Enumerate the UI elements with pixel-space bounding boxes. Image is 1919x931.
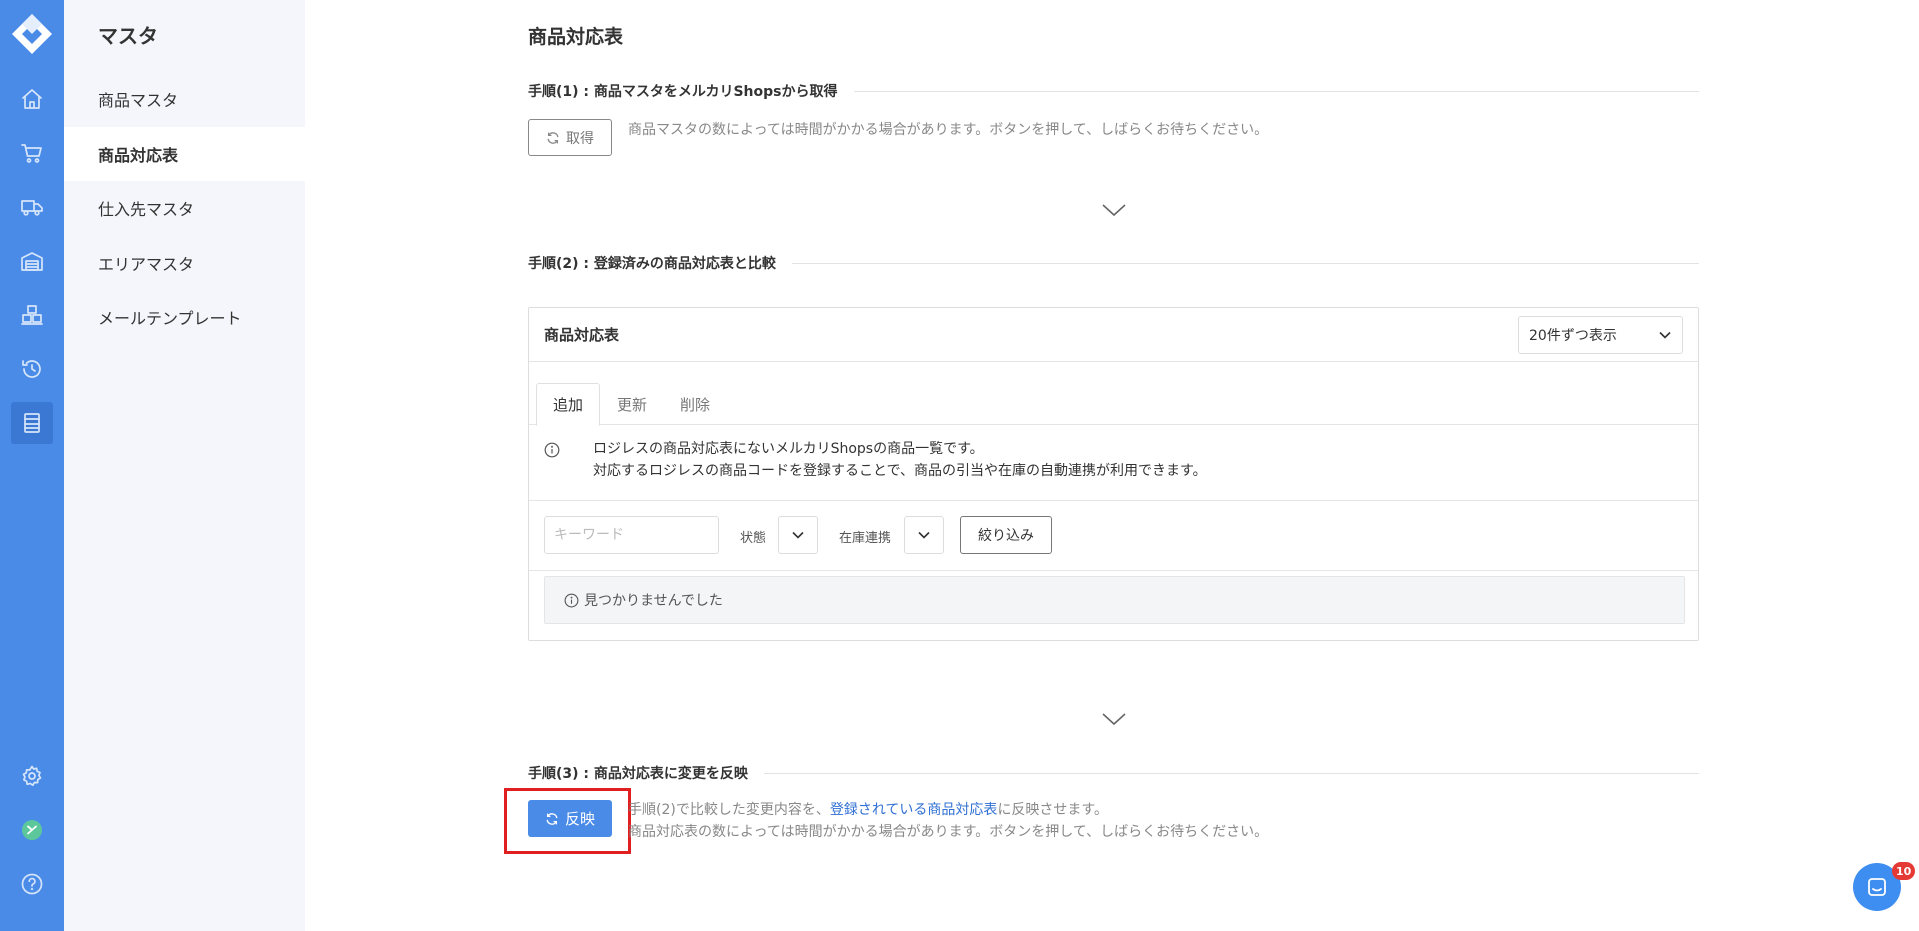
sidebar-title: マスタ [98,24,158,48]
panel-title: 商品対応表 [544,326,620,344]
apply-button[interactable]: 反映 [528,800,612,837]
mapping-table-link[interactable]: 登録されている商品対応表 [830,802,998,818]
chevron-down-icon [1101,202,1127,222]
integration-status-icon[interactable] [11,809,53,851]
step3-hint: 手順(2)で比較した変更内容を、登録されている商品対応表に反映させます。 商品対… [628,799,1268,843]
history-icon[interactable] [11,348,53,390]
status-select[interactable] [778,516,818,554]
tab-bar: 追加 更新 削除 [529,362,1698,426]
chevron-down-icon [1101,711,1127,731]
chevron-down-icon [1659,331,1671,339]
sidebar-item-supplier-master[interactable]: 仕入先マスタ [64,181,305,235]
sidebar-item-product-mapping[interactable]: 商品対応表 [64,127,305,181]
chat-notification-badge: 10 [1892,862,1916,880]
warehouse-icon[interactable] [11,240,53,282]
main-content: 商品対応表 手順(1) : 商品マスタをメルカリShopsから取得 取得 商品マ… [305,0,1919,931]
truck-icon[interactable] [11,186,53,228]
icon-rail [0,0,64,931]
refresh-icon [546,812,558,825]
cart-icon[interactable] [11,132,53,174]
filter-bar: 状態 在庫連携 絞り込み [529,501,1698,571]
chat-icon [1868,878,1886,896]
refresh-icon [547,131,559,144]
divider [763,772,1699,774]
step2-heading: 手順(2) : 登録済みの商品対応表と比較 [528,252,1699,274]
page-title: 商品対応表 [528,26,624,48]
home-icon[interactable] [11,78,53,120]
info-line-1: ロジレスの商品対応表にないメルカリShopsの商品一覧です。 [593,441,984,457]
tab-update[interactable]: 更新 [601,383,663,425]
tab-add[interactable]: 追加 [536,383,601,426]
logo-icon[interactable] [10,12,54,56]
empty-message: 見つかりませんでした [584,593,723,609]
filter-button[interactable]: 絞り込み [960,516,1052,554]
divider [791,262,1699,264]
help-icon[interactable] [11,863,53,905]
mapping-panel: 商品対応表 20件ずつ表示 追加 更新 削除 ロジレスの商品対応表にないメルカリ… [528,307,1699,641]
step1-heading: 手順(1) : 商品マスタをメルカリShopsから取得 [528,80,1699,102]
step3-hint-suffix: に反映させます。 [997,802,1109,818]
info-icon [564,593,579,607]
step3-hint-prefix: 手順(2)で比較した変更内容を、 [628,802,830,818]
tab-delete[interactable]: 削除 [664,383,726,425]
divider [853,90,1699,92]
step3-hint-2: 商品対応表の数によっては時間がかかる場合があります。ボタンを押して、しばらくお待… [628,824,1269,840]
page-size-value: 20件ずつ表示 [1529,328,1617,344]
chevron-down-icon [918,531,930,539]
settings-icon[interactable] [11,755,53,797]
fetch-button[interactable]: 取得 [528,119,612,156]
chevron-down-icon [792,531,804,539]
sidebar-item-product-master[interactable]: 商品マスタ [64,72,305,126]
sidebar-item-mail-template[interactable]: メールテンプレート [64,290,305,344]
sidebar-item-area-master[interactable]: エリアマスタ [64,236,305,290]
step2-heading-text: 手順(2) : 登録済みの商品対応表と比較 [528,256,776,272]
info-icon [544,442,560,458]
apply-button-label: 反映 [564,810,595,828]
master-icon[interactable] [11,402,53,444]
keyword-input[interactable] [544,516,719,554]
stock-sync-select[interactable] [904,516,944,554]
stock-sync-label: 在庫連携 [839,531,892,546]
panel-header: 商品対応表 20件ずつ表示 [529,308,1698,362]
info-line-2: 対応するロジレスの商品コードを登録することで、商品の引当や在庫の自動連携が利用で… [593,463,1207,479]
step3-heading: 手順(3) : 商品対応表に変更を反映 [528,762,1699,784]
empty-state: 見つかりませんでした [544,576,1685,624]
step1-hint: 商品マスタの数によっては時間がかかる場合があります。ボタンを押して、しばらくお待… [628,122,1269,138]
page-size-select[interactable]: 20件ずつ表示 [1518,316,1683,354]
step1-heading-text: 手順(1) : 商品マスタをメルカリShopsから取得 [528,84,838,100]
status-label: 状態 [740,531,767,546]
step3-heading-text: 手順(3) : 商品対応表に変更を反映 [528,766,748,782]
master-sidebar: マスタ 商品マスタ 商品対応表 仕入先マスタ エリアマスタ メールテンプレート [64,0,305,931]
info-box: ロジレスの商品対応表にないメルカリShopsの商品一覧です。 対応するロジレスの… [529,425,1698,501]
inventory-icon[interactable] [11,294,53,336]
fetch-button-label: 取得 [566,130,594,147]
